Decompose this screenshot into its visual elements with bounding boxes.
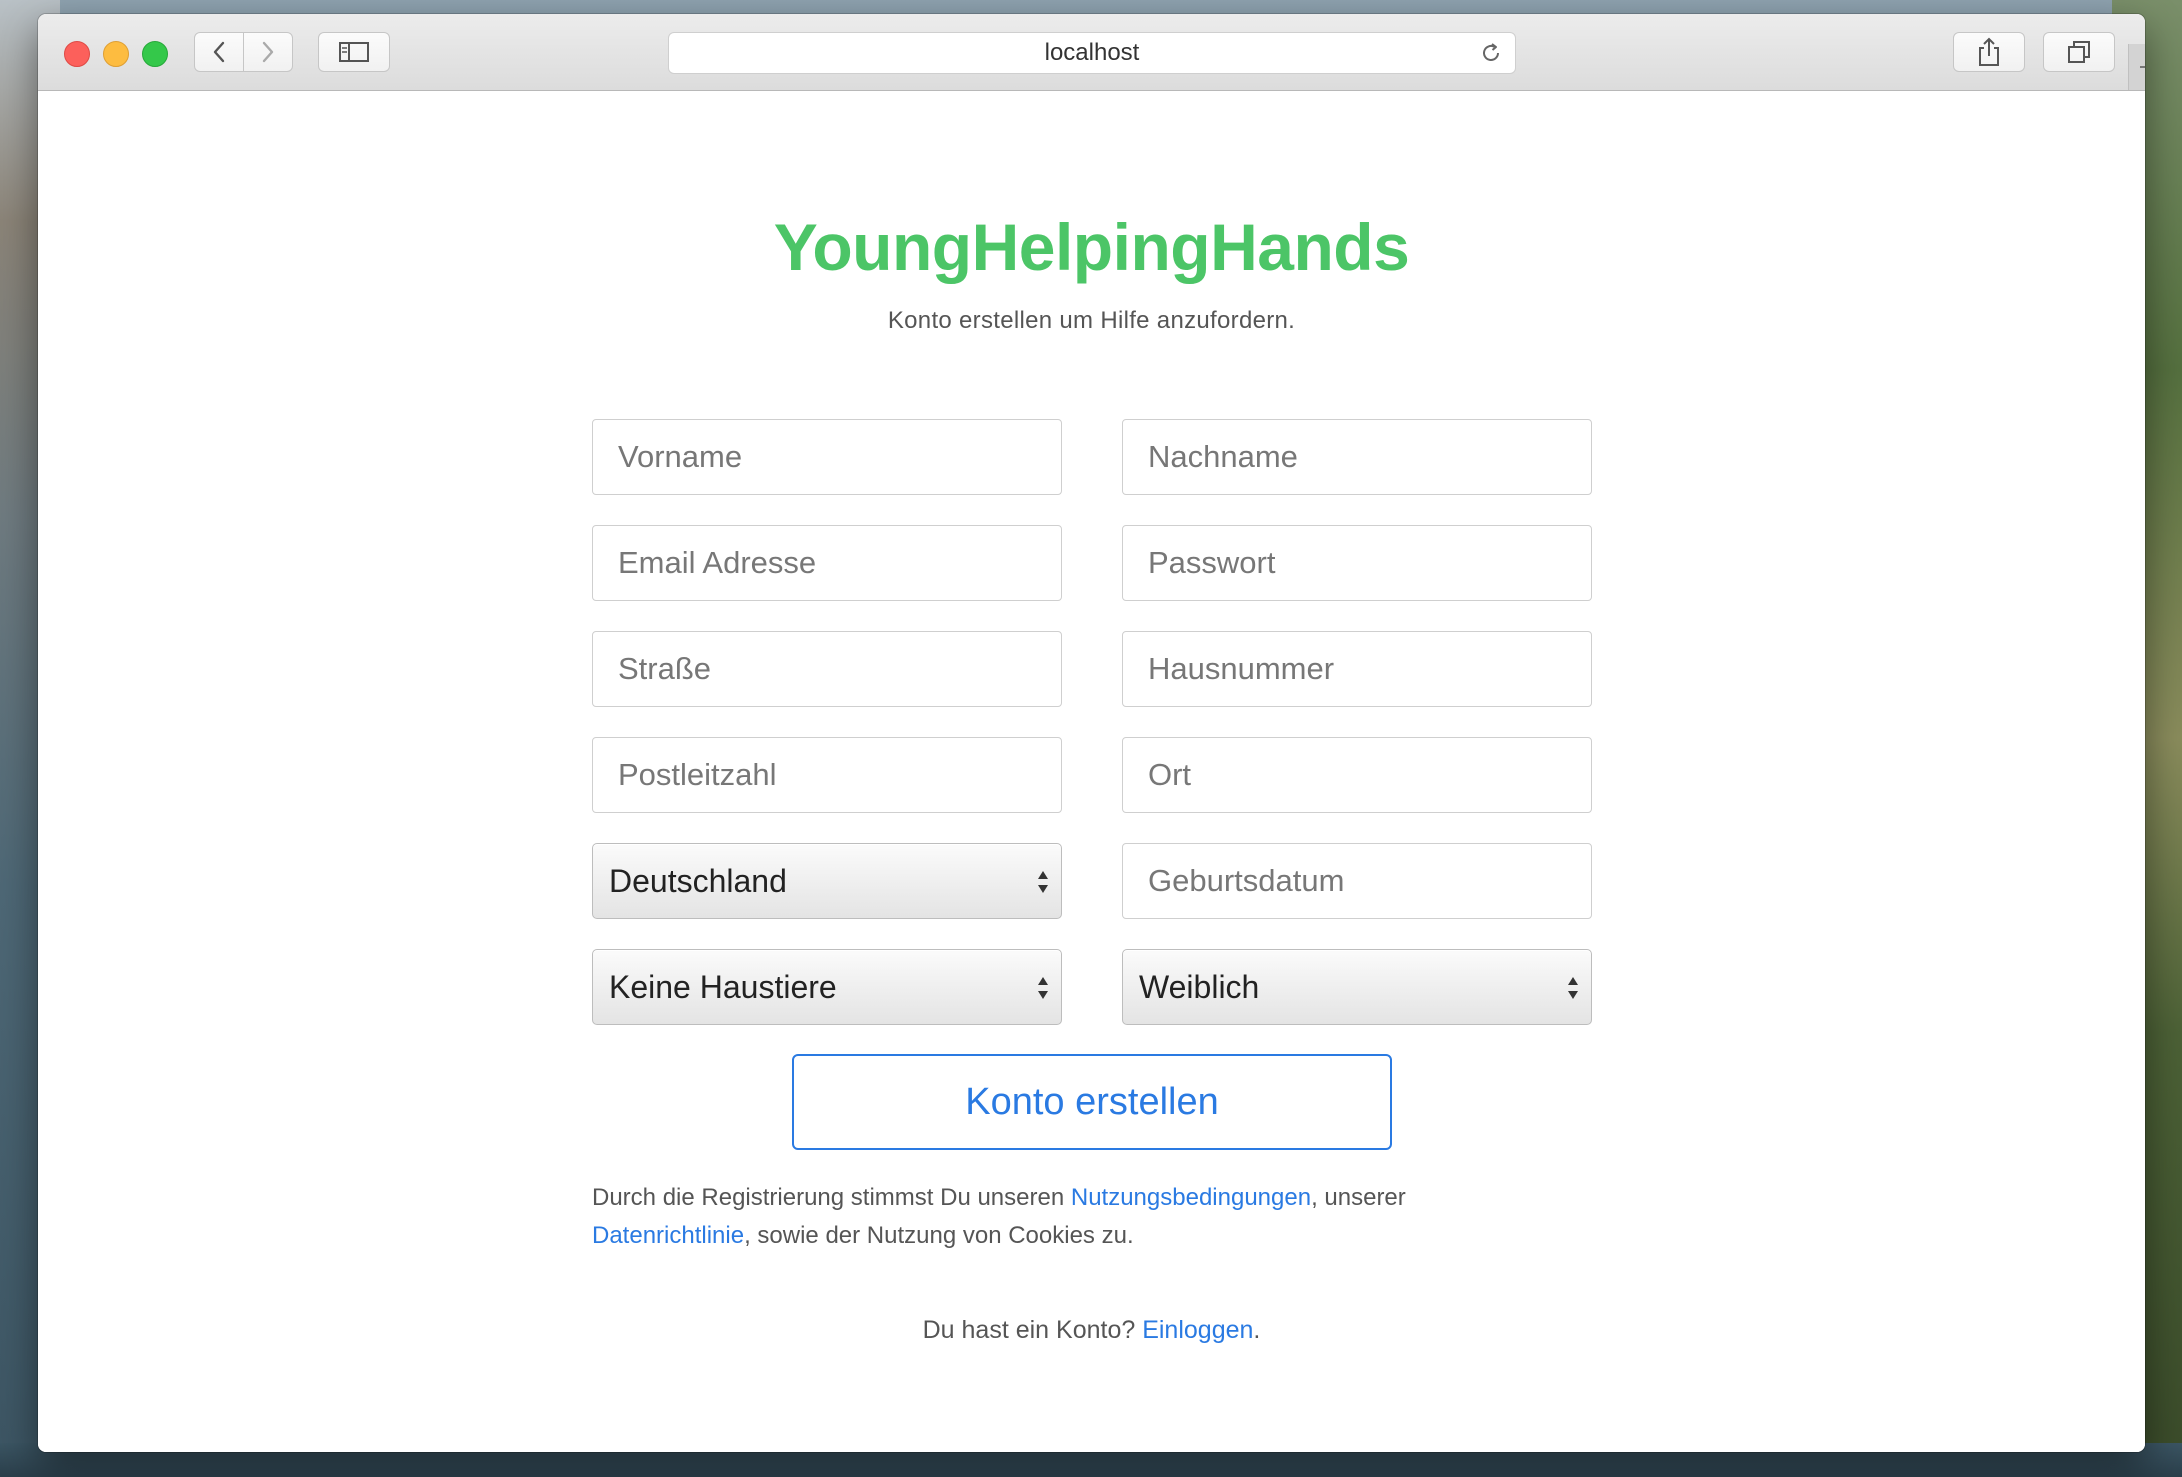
terms-suffix: , sowie der Nutzung von Cookies zu. <box>744 1222 1134 1249</box>
new-tab-button[interactable] <box>2128 44 2145 90</box>
reload-button[interactable] <box>1479 41 1503 72</box>
page-content: YoungHelpingHands Konto erstellen um Hil… <box>38 91 2145 1452</box>
gender-select-value: Weiblich <box>1139 968 1260 1005</box>
browser-window: localhost YoungHelpingHands Konto erstel… <box>38 14 2145 1452</box>
page-subtitle: Konto erstellen um Hilfe anzufordern. <box>887 307 1296 334</box>
terms-prefix: Durch die Registrierung stimmst Du unser… <box>592 1184 1071 1211</box>
terms-middle: , unserer <box>1311 1184 1406 1211</box>
forward-button[interactable] <box>243 32 293 72</box>
last-name-field[interactable] <box>1122 419 1592 495</box>
minimize-window-button[interactable] <box>103 41 129 67</box>
chevron-left-icon <box>213 41 225 63</box>
birthdate-field[interactable] <box>1122 843 1592 919</box>
chevron-right-icon <box>262 41 274 63</box>
postal-code-field[interactable] <box>592 737 1062 813</box>
login-prompt-text: Du hast ein Konto? <box>922 1316 1143 1344</box>
street-field[interactable] <box>592 631 1062 707</box>
brand-title: YoungHelpingHands <box>773 210 1410 284</box>
tabs-overview-button[interactable] <box>2043 32 2115 72</box>
sidebar-toggle-button[interactable] <box>318 32 390 72</box>
maximize-window-button[interactable] <box>142 41 168 67</box>
terms-notice: Durch die Registrierung stimmst Du unser… <box>592 1179 1592 1255</box>
reload-icon <box>1483 43 1499 61</box>
tabs-overview-icon <box>2068 41 2090 63</box>
privacy-policy-link[interactable]: Datenrichtlinie <box>592 1222 744 1249</box>
pets-select-value: Keine Haustiere <box>609 968 837 1005</box>
close-window-button[interactable] <box>64 41 90 67</box>
terms-of-use-link[interactable]: Nutzungsbedingungen <box>1071 1184 1311 1211</box>
country-select[interactable]: Deutschland <box>592 843 1062 919</box>
pets-select[interactable]: Keine Haustiere <box>592 949 1062 1025</box>
house-number-field[interactable] <box>1122 631 1592 707</box>
country-select-value: Deutschland <box>609 862 787 899</box>
first-name-field[interactable] <box>592 419 1062 495</box>
address-bar[interactable]: localhost <box>668 32 1516 74</box>
select-arrows-icon <box>1038 977 1048 999</box>
city-field[interactable] <box>1122 737 1592 813</box>
gender-select[interactable]: Weiblich <box>1122 949 1592 1025</box>
browser-toolbar: localhost <box>38 14 2145 91</box>
login-suffix: . <box>1253 1316 1261 1344</box>
url-text: localhost <box>1044 39 1140 66</box>
back-button[interactable] <box>194 32 244 72</box>
share-button[interactable] <box>1953 32 2025 72</box>
login-prompt: Du hast ein Konto? Einloggen. <box>38 1316 2145 1345</box>
select-arrows-icon <box>1568 977 1578 999</box>
create-account-button[interactable]: Konto erstellen <box>792 1054 1392 1150</box>
select-arrows-icon <box>1038 871 1048 893</box>
share-icon <box>1979 37 1999 66</box>
password-field[interactable] <box>1122 525 1592 601</box>
sidebar-icon <box>339 42 369 62</box>
login-link[interactable]: Einloggen <box>1142 1316 1253 1344</box>
plus-icon <box>2140 66 2145 68</box>
email-field[interactable] <box>592 525 1062 601</box>
